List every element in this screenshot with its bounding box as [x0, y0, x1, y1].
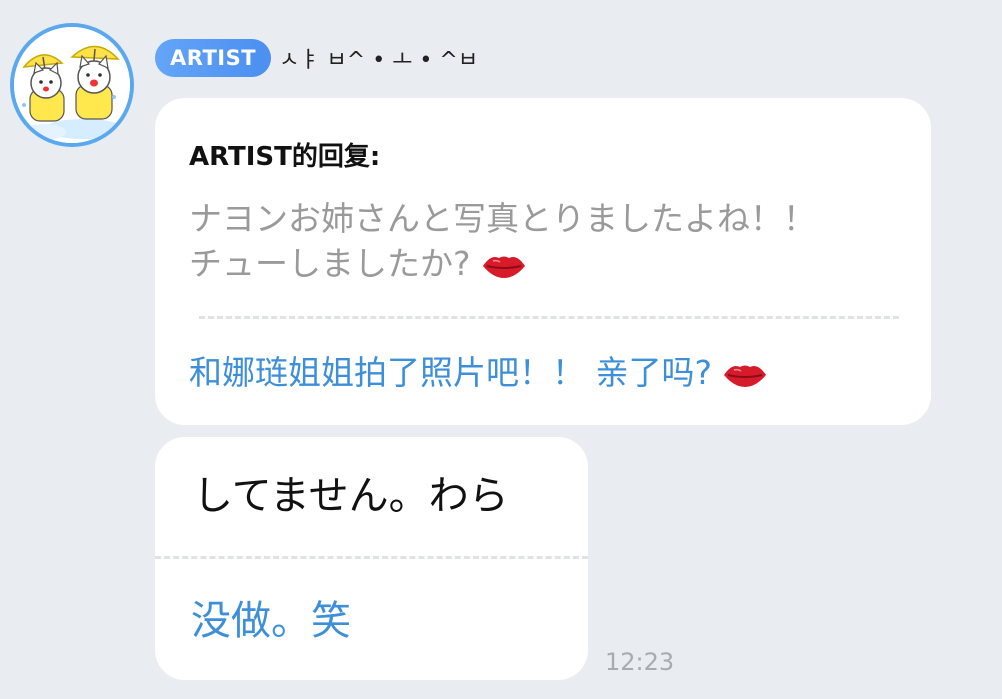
quoted-text: ナヨンお姉さんと写真とりましたよね！！ チューしましたか?: [189, 196, 829, 286]
message-text: してません。わら: [193, 473, 509, 519]
translation-text-content: 和娜琏姐姐拍了照片吧！！ 亲了吗?: [189, 353, 713, 392]
divider: [155, 556, 588, 559]
sender-header: ARTIST ㅅㅑ ㅂ^ • ㅗ • ^ㅂ: [155, 39, 478, 77]
message-bubble[interactable]: してません。わら 没做。笑: [155, 437, 588, 680]
lips-icon: [482, 256, 525, 278]
avatar[interactable]: [10, 23, 134, 147]
translation-text: 没做。笑: [191, 598, 351, 644]
reply-title: ARTIST的回复:: [189, 142, 381, 172]
avatar-illustration: [14, 27, 130, 143]
translation-text: 和娜琏姐姐拍了照片吧！！ 亲了吗?: [189, 350, 768, 395]
sender-name[interactable]: ㅅㅑ ㅂ^ • ㅗ • ^ㅂ: [279, 42, 478, 74]
artist-badge: ARTIST: [155, 39, 272, 77]
divider: [199, 316, 899, 319]
message-timestamp: 12:23: [605, 648, 675, 676]
cartoon-cats-icon: [14, 27, 130, 143]
reply-message-bubble[interactable]: ARTIST的回复: ナヨンお姉さんと写真とりましたよね！！ チューしましたか?…: [155, 98, 931, 425]
lips-icon: [724, 365, 767, 387]
